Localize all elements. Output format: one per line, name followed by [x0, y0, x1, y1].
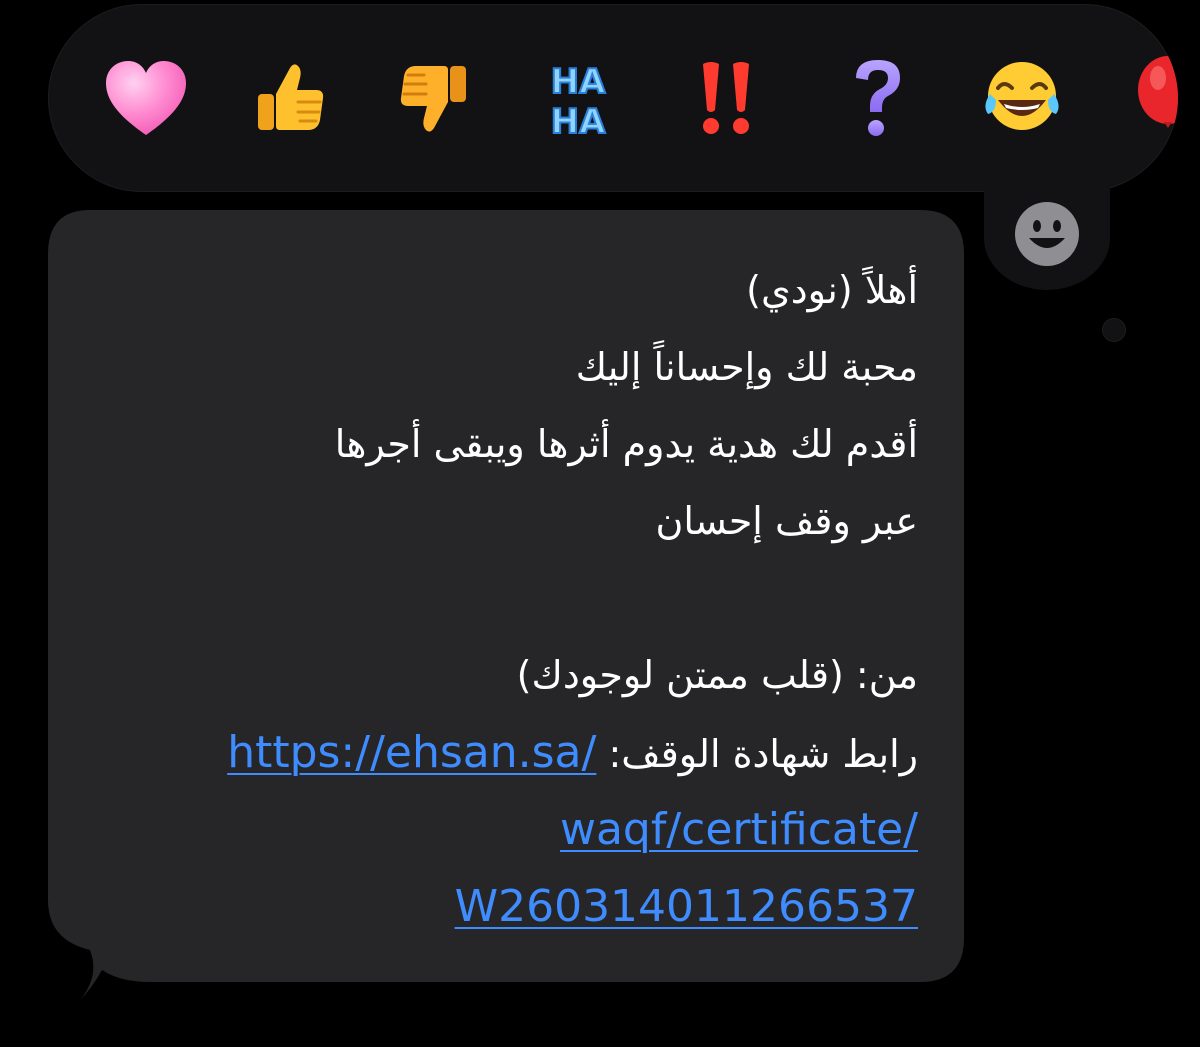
message-line: أقدم لك هدية يدوم أثرها ويبقى أجرها — [334, 422, 918, 466]
reaction-dislike-button[interactable] — [384, 48, 484, 148]
tears-of-joy-icon — [985, 62, 1059, 130]
reaction-emphasize-button[interactable] — [676, 48, 776, 148]
certificate-link-part-3[interactable]: W260314011266537 — [455, 881, 918, 932]
message-line: أهلاً (نودي) — [746, 268, 918, 312]
double-exclamation-icon — [703, 62, 749, 134]
reaction-bar: HA HA — [48, 4, 1178, 192]
thumbs-down-icon — [400, 66, 466, 132]
message-bubble[interactable]: أهلاً (نودي) محبة لك وإحساناً إليك أقدم … — [48, 210, 964, 982]
reaction-balloon-button[interactable] — [1118, 48, 1178, 148]
haha-line-1: HA — [551, 62, 606, 102]
add-reaction-button[interactable] — [984, 186, 1110, 290]
certificate-link-part-1[interactable]: https://ehsan.sa/ — [227, 727, 596, 778]
certificate-link-row: waqf/certificate/ — [94, 791, 918, 868]
haha-icon: HA HA — [550, 61, 607, 141]
certificate-link-row: W260314011266537 — [94, 868, 918, 945]
reaction-like-button[interactable] — [240, 48, 340, 148]
question-mark-icon — [856, 60, 900, 136]
message-line: عبر وقف إحسان — [655, 499, 918, 543]
red-balloon-icon — [1138, 56, 1178, 128]
reaction-haha-button[interactable]: HA HA — [528, 48, 628, 148]
thumbs-up-icon — [258, 64, 324, 130]
smiley-face-icon — [1015, 202, 1079, 266]
reaction-bubble-tail-dot — [1102, 318, 1126, 342]
message-line: محبة لك وإحساناً إليك — [575, 345, 918, 389]
reaction-question-button[interactable] — [828, 48, 928, 148]
certificate-link-part-2[interactable]: waqf/certificate/ — [560, 804, 918, 855]
haha-line-2: HA — [551, 102, 606, 141]
reaction-heart-button[interactable] — [96, 48, 196, 148]
message-line: من: (قلب ممتن لوجودك) — [516, 653, 918, 697]
pink-heart-icon — [106, 61, 186, 135]
certificate-link-row: رابط شهادة الوقف: https://ehsan.sa/ — [94, 714, 918, 791]
certificate-link-label: رابط شهادة الوقف: — [608, 732, 918, 776]
reaction-laugh-button[interactable] — [972, 48, 1072, 148]
